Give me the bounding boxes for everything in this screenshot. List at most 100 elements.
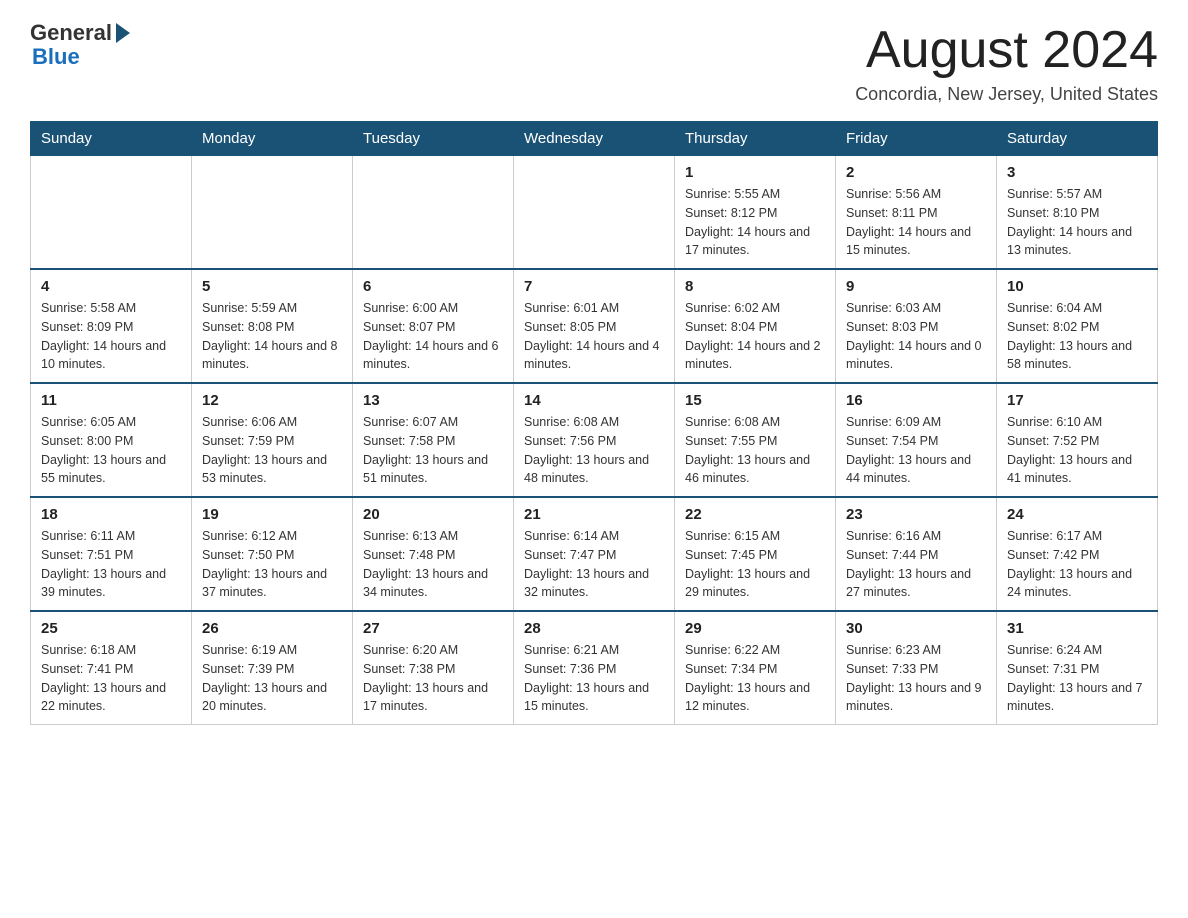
day-info: Sunrise: 6:00 AM Sunset: 8:07 PM Dayligh…	[363, 299, 503, 374]
calendar-cell: 20 Sunrise: 6:13 AM Sunset: 7:48 PM Dayli…	[353, 497, 514, 611]
day-number: 10	[1007, 278, 1147, 295]
day-info: Sunrise: 5:55 AM Sunset: 8:12 PM Dayligh…	[685, 185, 825, 260]
calendar-cell: 12Sunrise: 6:06 AM Sunset: 7:59 PM Dayli…	[192, 383, 353, 497]
day-info: Sunrise: 5:56 AM Sunset: 8:11 PM Dayligh…	[846, 185, 986, 260]
day-info: Sunrise: 6:19 AM Sunset: 7:39 PM Dayligh…	[202, 641, 342, 716]
calendar-week-row-4: 25Sunrise: 6:18 AM Sunset: 7:41 PM Dayli…	[31, 611, 1158, 725]
day-info: Sunrise: 6:07 AM Sunset: 7:58 PM Dayligh…	[363, 413, 503, 488]
day-info: Sunrise: 6:22 AM Sunset: 7:34 PM Dayligh…	[685, 641, 825, 716]
calendar-cell: 1 Sunrise: 5:55 AM Sunset: 8:12 PM Daylig…	[675, 156, 836, 270]
day-info: Sunrise: 6:23 AM Sunset: 7:33 PM Dayligh…	[846, 641, 986, 716]
day-number: 16	[846, 392, 986, 409]
day-number: 12	[202, 392, 342, 409]
calendar-cell: 4 Sunrise: 5:58 AM Sunset: 8:09 PM Daylig…	[31, 269, 192, 383]
day-info: Sunrise: 6:20 AM Sunset: 7:38 PM Dayligh…	[363, 641, 503, 716]
calendar-cell: 8 Sunrise: 6:02 AM Sunset: 8:04 PM Daylig…	[675, 269, 836, 383]
calendar-cell: 26Sunrise: 6:19 AM Sunset: 7:39 PM Dayli…	[192, 611, 353, 725]
day-number: 28	[524, 620, 664, 637]
calendar-week-row-1: 4 Sunrise: 5:58 AM Sunset: 8:09 PM Daylig…	[31, 269, 1158, 383]
day-number: 5	[202, 278, 342, 295]
header: General Blue August 2024 Concordia, New …	[30, 20, 1158, 105]
day-number: 19	[202, 506, 342, 523]
calendar-header-monday: Monday	[192, 122, 353, 156]
day-info: Sunrise: 5:57 AM Sunset: 8:10 PM Dayligh…	[1007, 185, 1147, 260]
calendar-week-row-0: 1 Sunrise: 5:55 AM Sunset: 8:12 PM Daylig…	[31, 156, 1158, 270]
calendar-cell: 27 Sunrise: 6:20 AM Sunset: 7:38 PM Dayli…	[353, 611, 514, 725]
day-number: 27	[363, 620, 503, 637]
calendar-cell: 18 Sunrise: 6:11 AM Sunset: 7:51 PM Dayli…	[31, 497, 192, 611]
day-info: Sunrise: 6:15 AM Sunset: 7:45 PM Dayligh…	[685, 527, 825, 602]
calendar-cell	[353, 156, 514, 270]
day-info: Sunrise: 6:03 AM Sunset: 8:03 PM Dayligh…	[846, 299, 986, 374]
calendar-cell	[192, 156, 353, 270]
day-number: 29	[685, 620, 825, 637]
title-section: August 2024 Concordia, New Jersey, Unite…	[855, 20, 1158, 105]
calendar-cell: 19 Sunrise: 6:12 AM Sunset: 7:50 PM Dayli…	[192, 497, 353, 611]
day-number: 2	[846, 164, 986, 181]
day-number: 23	[846, 506, 986, 523]
calendar-cell: 2 Sunrise: 5:56 AM Sunset: 8:11 PM Daylig…	[836, 156, 997, 270]
calendar-cell: 6 Sunrise: 6:00 AM Sunset: 8:07 PM Daylig…	[353, 269, 514, 383]
day-info: Sunrise: 6:13 AM Sunset: 7:48 PM Dayligh…	[363, 527, 503, 602]
calendar-week-row-2: 11 Sunrise: 6:05 AM Sunset: 8:00 PM Dayli…	[31, 383, 1158, 497]
calendar-header-saturday: Saturday	[997, 122, 1158, 156]
day-number: 22	[685, 506, 825, 523]
calendar-cell: 9 Sunrise: 6:03 AM Sunset: 8:03 PM Daylig…	[836, 269, 997, 383]
calendar-cell: 17 Sunrise: 6:10 AM Sunset: 7:52 PM Dayli…	[997, 383, 1158, 497]
day-number: 17	[1007, 392, 1147, 409]
day-info: Sunrise: 6:08 AM Sunset: 7:55 PM Dayligh…	[685, 413, 825, 488]
day-info: Sunrise: 6:04 AM Sunset: 8:02 PM Dayligh…	[1007, 299, 1147, 374]
day-info: Sunrise: 6:12 AM Sunset: 7:50 PM Dayligh…	[202, 527, 342, 602]
day-info: Sunrise: 6:09 AM Sunset: 7:54 PM Dayligh…	[846, 413, 986, 488]
day-info: Sunrise: 5:59 AM Sunset: 8:08 PM Dayligh…	[202, 299, 342, 374]
day-info: Sunrise: 6:17 AM Sunset: 7:42 PM Dayligh…	[1007, 527, 1147, 602]
calendar-cell: 7Sunrise: 6:01 AM Sunset: 8:05 PM Daylig…	[514, 269, 675, 383]
calendar-cell: 25Sunrise: 6:18 AM Sunset: 7:41 PM Dayli…	[31, 611, 192, 725]
day-number: 7	[524, 278, 664, 295]
day-info: Sunrise: 6:16 AM Sunset: 7:44 PM Dayligh…	[846, 527, 986, 602]
day-number: 20	[363, 506, 503, 523]
calendar-cell: 22 Sunrise: 6:15 AM Sunset: 7:45 PM Dayli…	[675, 497, 836, 611]
calendar-cell	[31, 156, 192, 270]
day-info: Sunrise: 6:05 AM Sunset: 8:00 PM Dayligh…	[41, 413, 181, 488]
calendar-header-sunday: Sunday	[31, 122, 192, 156]
calendar-table: SundayMondayTuesdayWednesdayThursdayFrid…	[30, 121, 1158, 725]
day-info: Sunrise: 6:24 AM Sunset: 7:31 PM Dayligh…	[1007, 641, 1147, 716]
day-info: Sunrise: 6:02 AM Sunset: 8:04 PM Dayligh…	[685, 299, 825, 374]
calendar-cell: 24 Sunrise: 6:17 AM Sunset: 7:42 PM Dayli…	[997, 497, 1158, 611]
day-number: 3	[1007, 164, 1147, 181]
calendar-header-thursday: Thursday	[675, 122, 836, 156]
day-number: 13	[363, 392, 503, 409]
calendar-cell: 29 Sunrise: 6:22 AM Sunset: 7:34 PM Dayli…	[675, 611, 836, 725]
day-info: Sunrise: 6:11 AM Sunset: 7:51 PM Dayligh…	[41, 527, 181, 602]
calendar-cell: 13 Sunrise: 6:07 AM Sunset: 7:58 PM Dayli…	[353, 383, 514, 497]
day-number: 4	[41, 278, 181, 295]
location-subtitle: Concordia, New Jersey, United States	[855, 84, 1158, 105]
day-info: Sunrise: 6:18 AM Sunset: 7:41 PM Dayligh…	[41, 641, 181, 716]
calendar-header-row: SundayMondayTuesdayWednesdayThursdayFrid…	[31, 122, 1158, 156]
day-info: Sunrise: 6:21 AM Sunset: 7:36 PM Dayligh…	[524, 641, 664, 716]
logo: General Blue	[30, 20, 130, 70]
month-title: August 2024	[855, 20, 1158, 80]
calendar-cell: 21 Sunrise: 6:14 AM Sunset: 7:47 PM Dayli…	[514, 497, 675, 611]
day-info: Sunrise: 5:58 AM Sunset: 8:09 PM Dayligh…	[41, 299, 181, 374]
calendar-cell: 30Sunrise: 6:23 AM Sunset: 7:33 PM Dayli…	[836, 611, 997, 725]
calendar-week-row-3: 18 Sunrise: 6:11 AM Sunset: 7:51 PM Dayli…	[31, 497, 1158, 611]
day-number: 8	[685, 278, 825, 295]
day-number: 1	[685, 164, 825, 181]
calendar-cell: 10 Sunrise: 6:04 AM Sunset: 8:02 PM Dayli…	[997, 269, 1158, 383]
day-info: Sunrise: 6:14 AM Sunset: 7:47 PM Dayligh…	[524, 527, 664, 602]
day-number: 6	[363, 278, 503, 295]
calendar-cell	[514, 156, 675, 270]
calendar-header-tuesday: Tuesday	[353, 122, 514, 156]
day-number: 24	[1007, 506, 1147, 523]
day-number: 9	[846, 278, 986, 295]
calendar-header-wednesday: Wednesday	[514, 122, 675, 156]
calendar-cell: 23 Sunrise: 6:16 AM Sunset: 7:44 PM Dayli…	[836, 497, 997, 611]
logo-general-text: General	[30, 20, 112, 46]
day-number: 21	[524, 506, 664, 523]
day-number: 18	[41, 506, 181, 523]
day-number: 11	[41, 392, 181, 409]
day-info: Sunrise: 6:10 AM Sunset: 7:52 PM Dayligh…	[1007, 413, 1147, 488]
calendar-cell: 15Sunrise: 6:08 AM Sunset: 7:55 PM Dayli…	[675, 383, 836, 497]
